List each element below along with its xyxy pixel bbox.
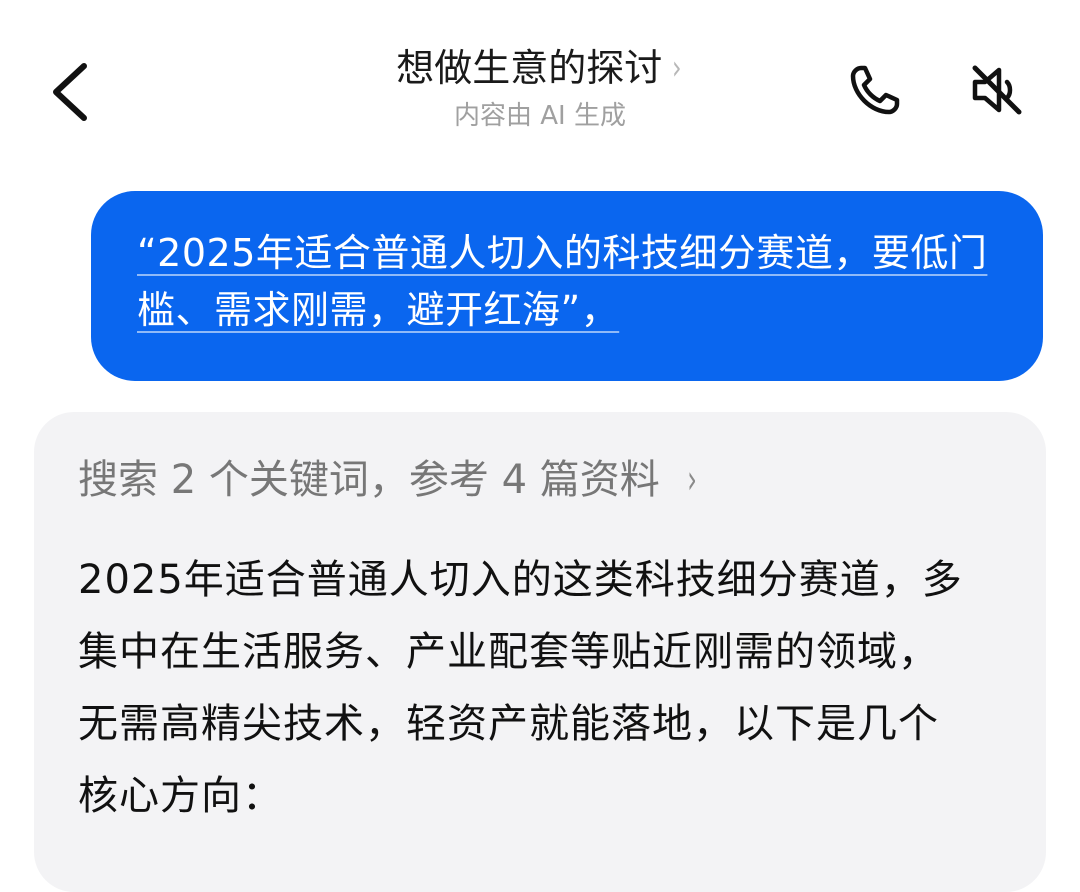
chat-header: 想做生意的探讨 › 内容由 AI 生成 xyxy=(0,0,1080,160)
conversation-title-block: 想做生意的探讨 › 内容由 AI 生成 xyxy=(250,40,830,134)
user-message-bubble[interactable]: “2025年适合普通人切入的科技细分赛道，要低门槛、需求刚需，避开红海”， xyxy=(91,191,1043,381)
phone-icon xyxy=(850,65,900,115)
mute-button[interactable] xyxy=(962,55,1032,125)
search-sources-button[interactable]: 搜索 2 个关键词，参考 4 篇资料 › xyxy=(78,450,1002,510)
conversation-title: 想做生意的探讨 xyxy=(396,46,663,90)
chevron-left-icon xyxy=(53,63,87,121)
speaker-muted-icon xyxy=(972,65,1022,115)
search-sources-label: 搜索 2 个关键词，参考 4 篇资料 xyxy=(78,457,660,503)
user-message-text: “2025年适合普通人切入的科技细分赛道，要低门槛、需求刚需，避开红海”， xyxy=(137,225,1003,339)
ai-response-card: 搜索 2 个关键词，参考 4 篇资料 › 2025年适合普通人切入的这类科技细分… xyxy=(34,412,1046,892)
chevron-right-icon: › xyxy=(686,457,697,503)
conversation-title-button[interactable]: 想做生意的探讨 › xyxy=(396,40,684,96)
ai-generated-notice: 内容由 AI 生成 xyxy=(454,101,626,131)
chevron-right-icon: › xyxy=(672,48,682,88)
back-button[interactable] xyxy=(30,52,110,132)
user-message-content[interactable]: “2025年适合普通人切入的科技细分赛道，要低门槛、需求刚需，避开红海”， xyxy=(137,231,987,332)
call-button[interactable] xyxy=(840,55,910,125)
ai-answer-text: 2025年适合普通人切入的这类科技细分赛道，多集中在生活服务、产业配套等贴近刚需… xyxy=(78,557,963,819)
